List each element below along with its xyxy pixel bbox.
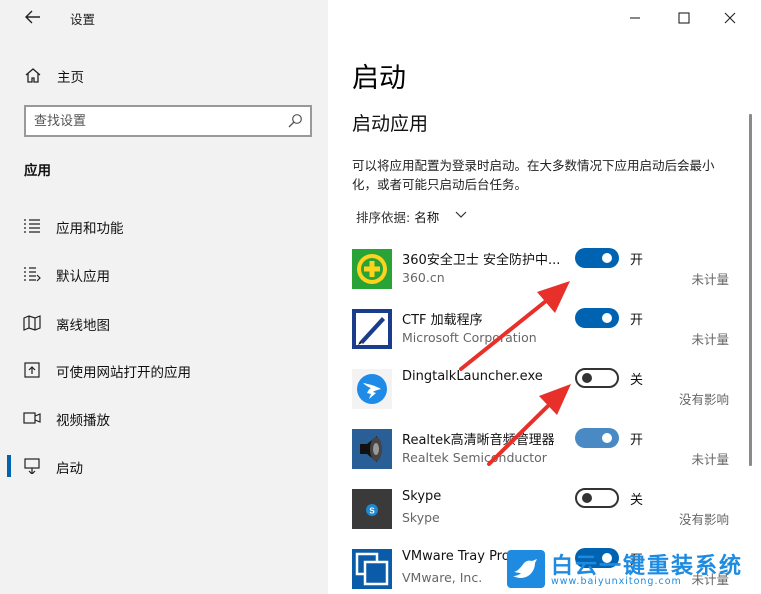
ctf-loader-icon <box>352 309 392 349</box>
watermark-url: www.baiyunxitong.com <box>551 576 682 587</box>
app-name: DingtalkLauncher.exe <box>402 369 543 384</box>
startup-toggle[interactable] <box>575 308 619 328</box>
close-button[interactable] <box>715 8 745 28</box>
maximize-button[interactable] <box>669 8 699 28</box>
close-icon <box>724 12 736 24</box>
app-publisher: Realtek Semiconductor <box>402 450 547 465</box>
toggle-knob <box>582 493 592 503</box>
search-input[interactable] <box>34 112 274 130</box>
dingtalk-icon <box>352 369 392 409</box>
app-name: CTF 加载程序 <box>402 313 483 328</box>
sidebar-item-startup[interactable]: 启动 <box>0 449 328 483</box>
toggle-knob <box>602 433 612 443</box>
skype-icon: S <box>352 489 392 529</box>
apps-list-icon <box>24 219 40 233</box>
bird-logo-icon <box>507 550 545 588</box>
toggle-state-label: 关 <box>630 493 644 508</box>
sidebar-item-label: 应用和功能 <box>56 221 124 237</box>
back-arrow-icon <box>25 10 40 24</box>
nav-home-label: 主页 <box>57 70 84 86</box>
content-pane: 启动 启动应用 可以将应用配置为登录时启动。在大多数情况下应用启动后会最小化，或… <box>328 0 761 594</box>
app-publisher: VMware, Inc. <box>402 570 483 585</box>
active-indicator <box>7 455 11 477</box>
app-publisher: Microsoft Corporation <box>402 330 537 345</box>
home-icon <box>25 68 41 83</box>
app-name: 360安全卫士 安全防护中... <box>402 253 561 268</box>
website-app-icon <box>24 362 40 378</box>
window-title: 设置 <box>70 12 96 27</box>
sidebar-item-label: 默认应用 <box>56 269 110 285</box>
vmware-icon <box>352 549 392 589</box>
startup-impact: 未计量 <box>691 332 729 347</box>
startup-toggle[interactable] <box>575 488 619 508</box>
startup-app-row: DingtalkLauncher.exe 关 没有影响 <box>328 367 738 425</box>
startup-icon <box>24 458 40 474</box>
realtek-speaker-icon <box>352 429 392 469</box>
svg-text:S: S <box>369 507 375 516</box>
nav-home[interactable]: 主页 <box>0 60 328 90</box>
toggle-state-label: 开 <box>630 313 644 328</box>
sidebar-item-label: 离线地图 <box>56 318 110 334</box>
title-bar: 设置 <box>0 0 328 34</box>
scrollbar[interactable] <box>749 114 752 466</box>
chevron-down-icon[interactable] <box>454 208 468 222</box>
toggle-knob <box>602 253 612 263</box>
startup-app-row: Realtek高清晰音频管理器 Realtek Semiconductor 开 … <box>328 427 738 485</box>
sidebar-item-default-apps[interactable]: 默认应用 <box>0 257 328 291</box>
video-icon <box>23 412 41 424</box>
startup-toggle[interactable] <box>575 248 619 268</box>
watermark: 白云一键重装系统 www.baiyunxitong.com <box>507 548 757 592</box>
page-title: 启动 <box>352 63 406 94</box>
startup-app-row: S Skype Skype 关 没有影响 <box>328 487 738 545</box>
startup-app-row: CTF 加载程序 Microsoft Corporation 开 未计量 <box>328 307 738 365</box>
settings-nav-pane: 设置 主页 应用 应用和功能 默认应用 离线地图 可使用网站打开的应用 视频播放… <box>0 0 328 594</box>
startup-impact: 未计量 <box>691 452 729 467</box>
description-text: 可以将应用配置为登录时启动。在大多数情况下应用启动后会最小化，或者可能只启动后台… <box>352 158 715 192</box>
sort-value: 名称 <box>414 210 440 225</box>
startup-toggle[interactable] <box>575 428 619 448</box>
toggle-state-label: 关 <box>630 373 644 388</box>
maximize-icon <box>678 12 690 24</box>
app-name: Realtek高清晰音频管理器 <box>402 433 555 448</box>
toggle-state-label: 开 <box>630 253 644 268</box>
sidebar-item-label: 视频播放 <box>56 413 110 429</box>
search-box[interactable] <box>24 105 312 137</box>
minimize-button[interactable] <box>620 8 650 28</box>
back-button[interactable] <box>18 6 48 28</box>
search-icon[interactable] <box>287 113 303 129</box>
section-subtitle: 启动应用 <box>352 113 429 135</box>
sort-label: 排序依据: <box>356 210 415 225</box>
startup-app-row: 360安全卫士 安全防护中... 360.cn 开 未计量 <box>328 247 738 305</box>
app-name: Skype <box>402 489 442 504</box>
startup-impact: 没有影响 <box>678 512 729 527</box>
sidebar-item-offline-maps[interactable]: 离线地图 <box>0 306 328 340</box>
sidebar-item-website-apps[interactable]: 可使用网站打开的应用 <box>0 353 328 387</box>
360-safe-icon <box>352 249 392 289</box>
toggle-knob <box>602 313 612 323</box>
sidebar-item-apps-features[interactable]: 应用和功能 <box>0 209 328 243</box>
startup-toggle[interactable] <box>575 368 619 388</box>
app-publisher: 360.cn <box>402 270 445 285</box>
sidebar-item-label: 启动 <box>56 461 83 477</box>
app-publisher: Skype <box>402 510 440 525</box>
startup-impact: 未计量 <box>691 272 729 287</box>
sidebar-item-label: 可使用网站打开的应用 <box>56 365 191 381</box>
sort-dropdown[interactable]: 排序依据: 名称 <box>356 207 439 226</box>
map-icon <box>23 315 41 331</box>
default-apps-icon <box>24 267 41 282</box>
toggle-state-label: 开 <box>630 433 644 448</box>
section-title: 应用 <box>24 163 51 179</box>
startup-impact: 没有影响 <box>678 392 729 407</box>
minimize-icon <box>630 17 640 19</box>
sidebar-item-video-playback[interactable]: 视频播放 <box>0 401 328 435</box>
toggle-knob <box>582 373 592 383</box>
